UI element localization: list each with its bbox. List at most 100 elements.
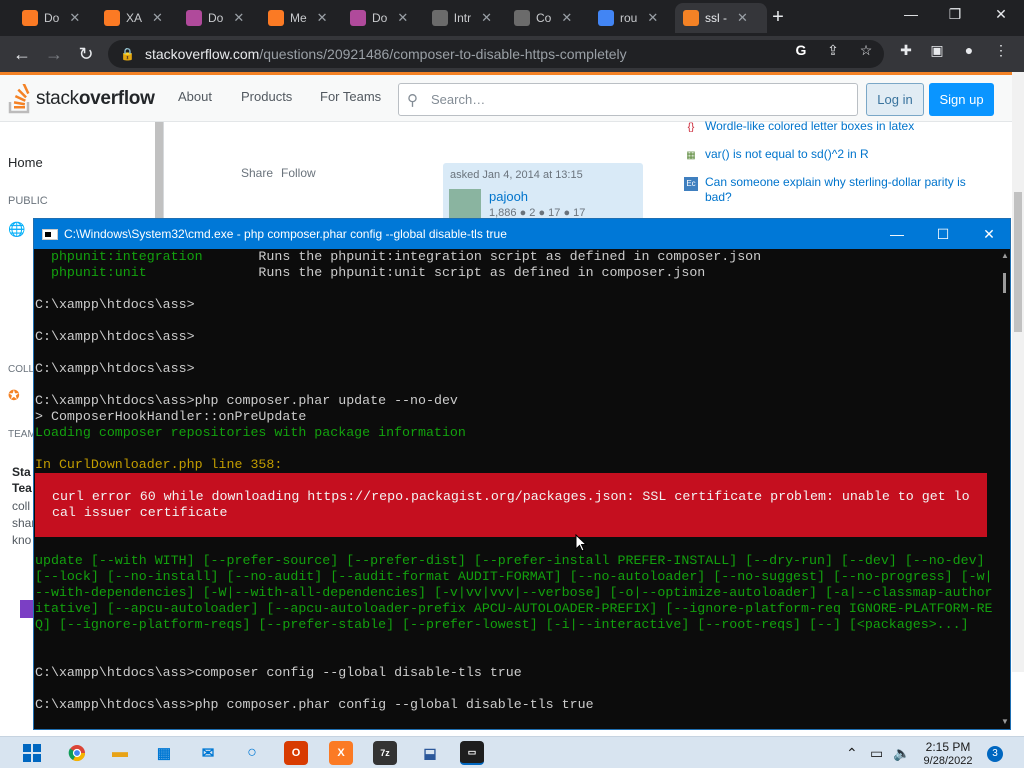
- minimize-button[interactable]: —: [896, 6, 926, 22]
- stackoverflow-icon: [683, 10, 699, 26]
- tab-label: Co: [536, 11, 552, 25]
- terminal-output[interactable]: phpunit:integration Runs the phpunit:int…: [34, 249, 1000, 729]
- log-in-button[interactable]: Log in: [866, 83, 924, 116]
- sign-up-button[interactable]: Sign up: [929, 83, 994, 116]
- scroll-down-icon[interactable]: ▼: [1001, 717, 1009, 726]
- share-icon[interactable]: ⇪: [822, 42, 844, 59]
- reload-icon[interactable]: ↻: [74, 42, 98, 66]
- google-lens-icon[interactable]: G: [790, 42, 812, 58]
- nav-products[interactable]: Products: [241, 89, 292, 104]
- chrome-taskbar-icon[interactable]: [65, 741, 89, 765]
- search-placeholder: Search…: [431, 92, 486, 107]
- browser-tab[interactable]: Me ✕: [260, 3, 336, 33]
- browser-tab[interactable]: ssl - ✕: [675, 3, 767, 33]
- side-panel-icon[interactable]: ▣: [926, 42, 948, 59]
- office-icon[interactable]: O: [284, 741, 308, 765]
- profile-icon[interactable]: ●: [958, 42, 980, 58]
- notification-badge[interactable]: 3: [987, 746, 1003, 762]
- tex-site-icon: {}: [687, 122, 695, 133]
- search-input[interactable]: ⚲ Search…: [398, 83, 858, 116]
- browser-tab[interactable]: Do ✕: [342, 3, 418, 33]
- tab-close-icon[interactable]: ✕: [737, 10, 748, 26]
- xampp-icon: [104, 10, 120, 26]
- teams-promo-text-1: coll: [12, 499, 31, 513]
- store-icon[interactable]: ▦: [152, 741, 176, 765]
- tab-close-icon[interactable]: ✕: [397, 10, 408, 26]
- asked-user-card: asked Jan 4, 2014 at 13:15 pajooh 1,886 …: [443, 163, 643, 223]
- terminal-scrollbar-thumb[interactable]: [1003, 273, 1006, 293]
- error-line-1: curl error 60 while downloading https://…: [36, 489, 970, 504]
- share-link[interactable]: Share: [241, 166, 273, 180]
- globe-icon[interactable]: 🌐: [8, 221, 25, 238]
- error-banner: curl error 60 while downloading https://…: [35, 473, 987, 537]
- cmd-maximize-button[interactable]: ☐: [920, 219, 966, 249]
- stackoverflow-logo-icon: [8, 84, 30, 114]
- tab-close-icon[interactable]: ✕: [233, 10, 244, 26]
- url-path: /questions/20921486/composer-to-disable-…: [259, 46, 627, 62]
- 7zip-icon[interactable]: 7z: [373, 741, 397, 765]
- app-icon[interactable]: ⬓: [418, 741, 442, 765]
- sidebar-item-home[interactable]: Home: [8, 155, 43, 170]
- forward-icon[interactable]: →: [42, 42, 66, 66]
- follow-link[interactable]: Follow: [281, 166, 316, 180]
- address-bar[interactable]: 🔒 stackoverflow.com/questions/20921486/c…: [108, 40, 884, 68]
- menu-kebab-icon[interactable]: ⋮: [990, 42, 1012, 59]
- tab-close-icon[interactable]: ✕: [69, 10, 80, 26]
- close-window-button[interactable]: ✕: [986, 6, 1016, 23]
- terminal-line: > ComposerHookHandler::onPreUpdate: [35, 409, 307, 424]
- nav-for-teams[interactable]: For Teams: [320, 89, 381, 104]
- tab-close-icon[interactable]: ✕: [317, 10, 328, 26]
- new-tab-button[interactable]: +: [766, 6, 790, 29]
- cortana-icon[interactable]: ○: [240, 741, 264, 765]
- windows-start-icon[interactable]: [20, 741, 44, 765]
- usage-line: Q] [--ignore-platform-reqs] [--prefer-st…: [35, 617, 969, 632]
- back-icon[interactable]: ←: [10, 42, 34, 66]
- bookmark-star-icon[interactable]: ☆: [855, 42, 877, 59]
- nav-about[interactable]: About: [178, 89, 212, 104]
- composer-logo-icon: [432, 10, 448, 26]
- maximize-button[interactable]: ❐: [940, 6, 970, 23]
- tab-close-icon[interactable]: ✕: [561, 10, 572, 26]
- page-scrollbar[interactable]: [1012, 72, 1024, 672]
- extensions-icon[interactable]: ✚: [895, 42, 917, 59]
- tab-close-icon[interactable]: ✕: [647, 10, 658, 26]
- usage-line: --with-dependencies] [-W|--with-all-depe…: [35, 585, 993, 600]
- cmd-title-bar[interactable]: C:\Windows\System32\cmd.exe - php compos…: [34, 219, 1010, 249]
- network-icon[interactable]: ▭: [870, 745, 883, 762]
- scroll-up-icon[interactable]: ▲: [1001, 251, 1009, 260]
- browser-tab[interactable]: Do ✕: [178, 3, 254, 33]
- clock-date[interactable]: 9/28/2022: [920, 755, 976, 767]
- mail-icon[interactable]: ✉: [196, 741, 220, 765]
- usage-line: [--lock] [--no-install] [--no-audit] [--…: [35, 569, 993, 584]
- google-icon: [598, 10, 614, 26]
- browser-tab[interactable]: Intr ✕: [424, 3, 500, 33]
- teams-promo-title: Sta: [12, 465, 31, 479]
- browser-tab[interactable]: Do ✕: [14, 3, 90, 33]
- browser-tab[interactable]: rou ✕: [590, 3, 668, 33]
- clock-time[interactable]: 2:15 PM: [922, 740, 974, 754]
- tab-close-icon[interactable]: ✕: [481, 10, 492, 26]
- collectives-icon[interactable]: ✪: [8, 387, 20, 404]
- cmd-icon: [42, 228, 58, 240]
- cmd-minimize-button[interactable]: —: [874, 219, 920, 249]
- file-explorer-icon[interactable]: ▬: [108, 741, 132, 765]
- composer-icon: [350, 10, 366, 26]
- stackoverflow-logo[interactable]: stack overflow: [8, 83, 155, 115]
- terminal-line: C:\xampp\htdocs\ass>php composer.phar up…: [35, 393, 458, 408]
- terminal-line: Loading composer repositories with packa…: [35, 425, 466, 440]
- browser-tab[interactable]: XA ✕: [96, 3, 172, 33]
- related-question-1-text: Wordle-like colored letter boxes in late…: [705, 119, 915, 133]
- browser-tab[interactable]: Co ✕: [506, 3, 582, 33]
- xampp-taskbar-icon[interactable]: X: [329, 741, 353, 765]
- cmd-close-button[interactable]: ✕: [966, 219, 1012, 249]
- user-name-link[interactable]: pajooh: [489, 189, 528, 204]
- tab-close-icon[interactable]: ✕: [152, 10, 163, 26]
- cmd-taskbar-icon[interactable]: ▭: [460, 741, 484, 765]
- stackoverflow-header: stack overflow About Products For Teams ⚲…: [0, 72, 1024, 122]
- teams-promo-text-2: shar: [12, 516, 36, 530]
- page-scrollbar-thumb[interactable]: [1014, 192, 1022, 332]
- avatar[interactable]: [449, 189, 481, 221]
- volume-icon[interactable]: 🔈: [893, 745, 910, 762]
- tray-chevron-icon[interactable]: ⌃: [846, 745, 858, 762]
- terminal-scrollbar[interactable]: ▲ ▼: [1000, 249, 1010, 729]
